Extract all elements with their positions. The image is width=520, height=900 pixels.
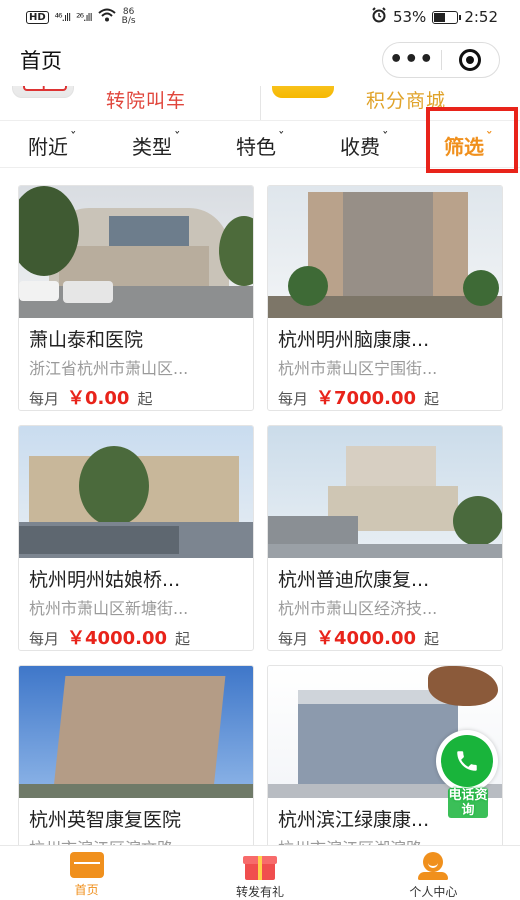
hospital-photo — [268, 426, 502, 558]
hd-badge: HD — [26, 10, 49, 24]
filter-label: 类型 — [132, 135, 172, 159]
filter-fee[interactable]: 收费 ˇ — [340, 131, 389, 160]
tab-share-gift[interactable]: 转发有礼 — [173, 846, 346, 900]
price-amount: ￥4000.00 — [67, 628, 167, 649]
clock: 2:52 — [464, 8, 498, 26]
alarm-icon — [371, 7, 387, 27]
phone-consult-button[interactable]: 电话资询 — [434, 730, 500, 818]
hospital-photo — [19, 186, 253, 318]
price-prefix: 每月 — [29, 630, 60, 648]
tab-label: 个人中心 — [409, 885, 458, 899]
hospital-card[interactable]: 杭州普迪欣康复... 杭州市萧山区经济技... 每月 ￥4000.00 起 — [267, 425, 503, 651]
hospital-price: 每月 ￥7000.00 起 — [278, 384, 502, 410]
price-suffix: 起 — [175, 630, 191, 648]
signal-2-icon: ²⁶.ıll — [76, 10, 93, 24]
hospital-address: 浙江省杭州市萧山区... — [29, 359, 189, 378]
filter-label: 附近 — [28, 135, 68, 159]
price-suffix: 起 — [424, 630, 440, 648]
close-mini-program-button[interactable] — [442, 43, 500, 77]
hospital-address: 杭州市滨江区湖滨路... — [278, 835, 494, 845]
phone-icon — [441, 735, 493, 787]
wifi-icon — [97, 8, 116, 26]
hospital-card[interactable]: 杭州明州姑娘桥... 杭州市萧山区新塘街... 每月 ￥4000.00 起 — [18, 425, 254, 651]
cart-icon — [272, 86, 334, 98]
hospital-price: 每月 ￥0.00 起 — [29, 384, 253, 410]
mini-program-capsule: ••• — [382, 42, 500, 78]
hospital-name: 杭州明州姑娘桥... — [29, 569, 181, 591]
hospital-name: 杭州英智康复医院 — [29, 809, 182, 831]
hospital-price: 每月 ￥4000.00 起 — [278, 624, 502, 650]
chevron-down-icon: ˇ — [70, 131, 77, 146]
price-amount: ￥7000.00 — [316, 388, 416, 409]
hospital-price: 每月 ￥4000.00 起 — [29, 624, 253, 650]
quick-link-label: 转院叫车 — [106, 90, 187, 112]
hospital-address: 杭州市萧山区新塘街... — [29, 599, 189, 618]
status-bar: HD ⁴⁶.ıll ²⁶.ıll 86 B/s 53% 2:52 — [0, 0, 520, 34]
phone-fab-circle — [436, 730, 498, 792]
chevron-down-icon: ˇ — [174, 131, 181, 146]
tab-profile[interactable]: 个人中心 — [347, 846, 520, 900]
filter-feature[interactable]: 特色 ˇ — [236, 131, 285, 160]
filter-bar: 附近 ˇ 类型 ˇ 特色 ˇ 收费 ˇ 筛选 ˇ — [0, 107, 520, 173]
filter-label: 收费 — [340, 135, 380, 159]
hospital-name: 杭州普迪欣康复... — [278, 569, 430, 591]
price-prefix: 每月 — [278, 630, 309, 648]
battery-icon — [432, 10, 462, 24]
tab-label: 首页 — [74, 883, 99, 897]
status-left: HD ⁴⁶.ıll ²⁶.ıll 86 B/s — [26, 8, 136, 26]
status-right: 53% 2:52 — [371, 7, 498, 27]
battery-percent: 53% — [392, 8, 427, 26]
network-speed-unit: B/s — [121, 16, 136, 26]
quick-link-transfer[interactable]: 转院叫车 — [0, 86, 260, 120]
page-title: 首页 — [20, 49, 62, 73]
more-button[interactable]: ••• — [383, 43, 441, 77]
more-dots-icon: ••• — [389, 47, 435, 72]
chevron-down-icon: ˇ — [382, 131, 389, 146]
price-prefix: 每月 — [29, 390, 60, 408]
filter-nearby[interactable]: 附近 ˇ — [28, 131, 77, 160]
home-icon — [69, 852, 104, 878]
price-suffix: 起 — [424, 390, 440, 408]
signal-1-icon: ⁴⁶.ıll — [54, 10, 72, 24]
hospital-address: 杭州市萧山区经济技... — [278, 599, 438, 618]
hospital-photo — [268, 186, 502, 318]
hospital-address: 杭州市滨江区滨文路... — [29, 835, 245, 845]
hospital-photo — [19, 666, 253, 798]
chevron-down-icon: ˇ — [278, 131, 285, 146]
price-suffix: 起 — [137, 390, 153, 408]
target-icon — [459, 49, 482, 71]
user-icon — [416, 852, 450, 880]
tab-label: 转发有礼 — [235, 885, 284, 899]
phone-fab-label: 电话资询 — [448, 788, 488, 818]
price-amount: ￥0.00 — [67, 388, 130, 409]
hospital-card[interactable]: 萧山泰和医院 浙江省杭州市萧山区... 每月 ￥0.00 起 — [18, 185, 254, 411]
price-prefix: 每月 — [278, 390, 309, 408]
highlight-box — [426, 107, 518, 173]
ambulance-icon — [12, 86, 74, 98]
hospital-card[interactable]: 杭州明州脑康康... 杭州市萧山区宁围街... 每月 ￥7000.00 起 — [267, 185, 503, 411]
hospital-card[interactable]: 杭州英智康复医院 杭州市滨江区滨文路... — [18, 665, 254, 845]
hospital-address: 杭州市萧山区宁围街... — [278, 359, 438, 378]
network-speed: 86 B/s — [122, 8, 136, 26]
tab-home[interactable]: 首页 — [0, 846, 173, 900]
filter-type[interactable]: 类型 ˇ — [132, 131, 181, 160]
hospital-grid: 萧山泰和医院 浙江省杭州市萧山区... 每月 ￥0.00 起 杭州明州脑康康..… — [18, 185, 504, 845]
bottom-tab-bar: 首页 转发有礼 个人中心 — [0, 845, 520, 900]
title-bar: 首页 ••• — [0, 34, 520, 86]
filter-label: 特色 — [236, 135, 276, 159]
price-amount: ￥4000.00 — [316, 628, 416, 649]
hospital-name: 杭州明州脑康康... — [278, 329, 430, 351]
hospital-photo — [19, 426, 253, 558]
hospital-name: 萧山泰和医院 — [29, 329, 144, 351]
battery-fill — [434, 12, 446, 22]
gift-icon — [242, 852, 277, 880]
